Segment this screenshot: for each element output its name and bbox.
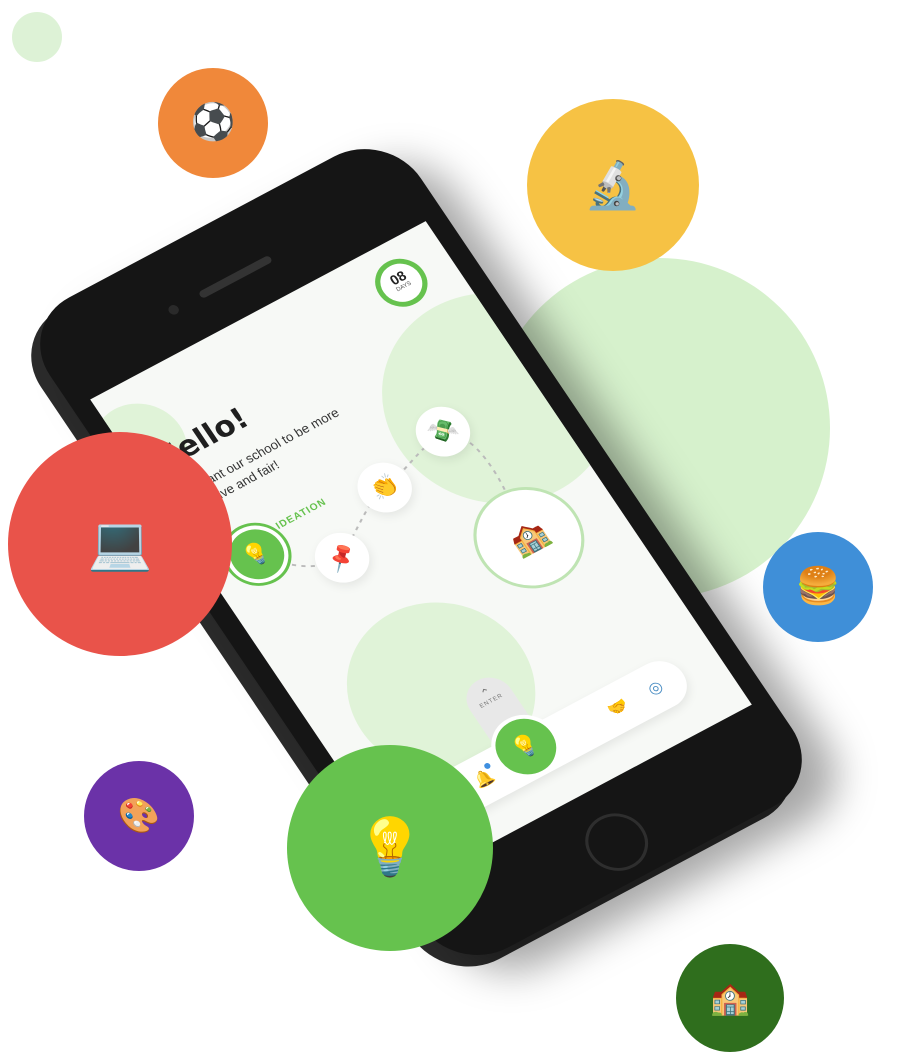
lightbulb-icon: 💡 [355, 815, 425, 880]
microscope-bubble: 🔬 [527, 99, 699, 271]
home-button[interactable] [573, 803, 661, 882]
nav-profile[interactable]: ◎ [637, 671, 675, 705]
profile-icon: ◎ [644, 677, 667, 699]
palette-bubble: 🎨 [84, 761, 194, 871]
school-bubble: 🏫 [676, 944, 784, 1052]
nav-handshake[interactable]: 🤝 [600, 691, 638, 725]
lightbulb-bubble: 💡 [287, 745, 493, 951]
money-with-wings-icon: 💸 [423, 414, 462, 449]
pushpin-icon: 📌 [322, 540, 361, 575]
hamburger-bubble: 🍔 [763, 532, 873, 642]
front-camera [166, 303, 181, 317]
laptop-bubble: 💻 [8, 432, 232, 656]
microscope-icon: 🔬 [584, 158, 642, 212]
lightbulb-icon: 💡 [506, 729, 545, 764]
earpiece-speaker [197, 254, 274, 300]
school-icon: 🏫 [710, 979, 750, 1017]
school-sparkles-icon: 🏫 [503, 515, 555, 561]
lightbulb-icon: 💡 [237, 537, 276, 571]
clapping-hands-icon: 👏 [365, 470, 404, 504]
palette-icon: 🎨 [117, 796, 161, 836]
handshake-icon: 🤝 [605, 696, 633, 720]
decor-circle-small [12, 12, 62, 62]
soccer-ball-icon: ⚽ [190, 102, 236, 143]
hamburger-icon: 🍔 [795, 566, 841, 607]
soccer-bubble: ⚽ [158, 68, 268, 178]
laptop-icon: 💻 [87, 514, 153, 574]
